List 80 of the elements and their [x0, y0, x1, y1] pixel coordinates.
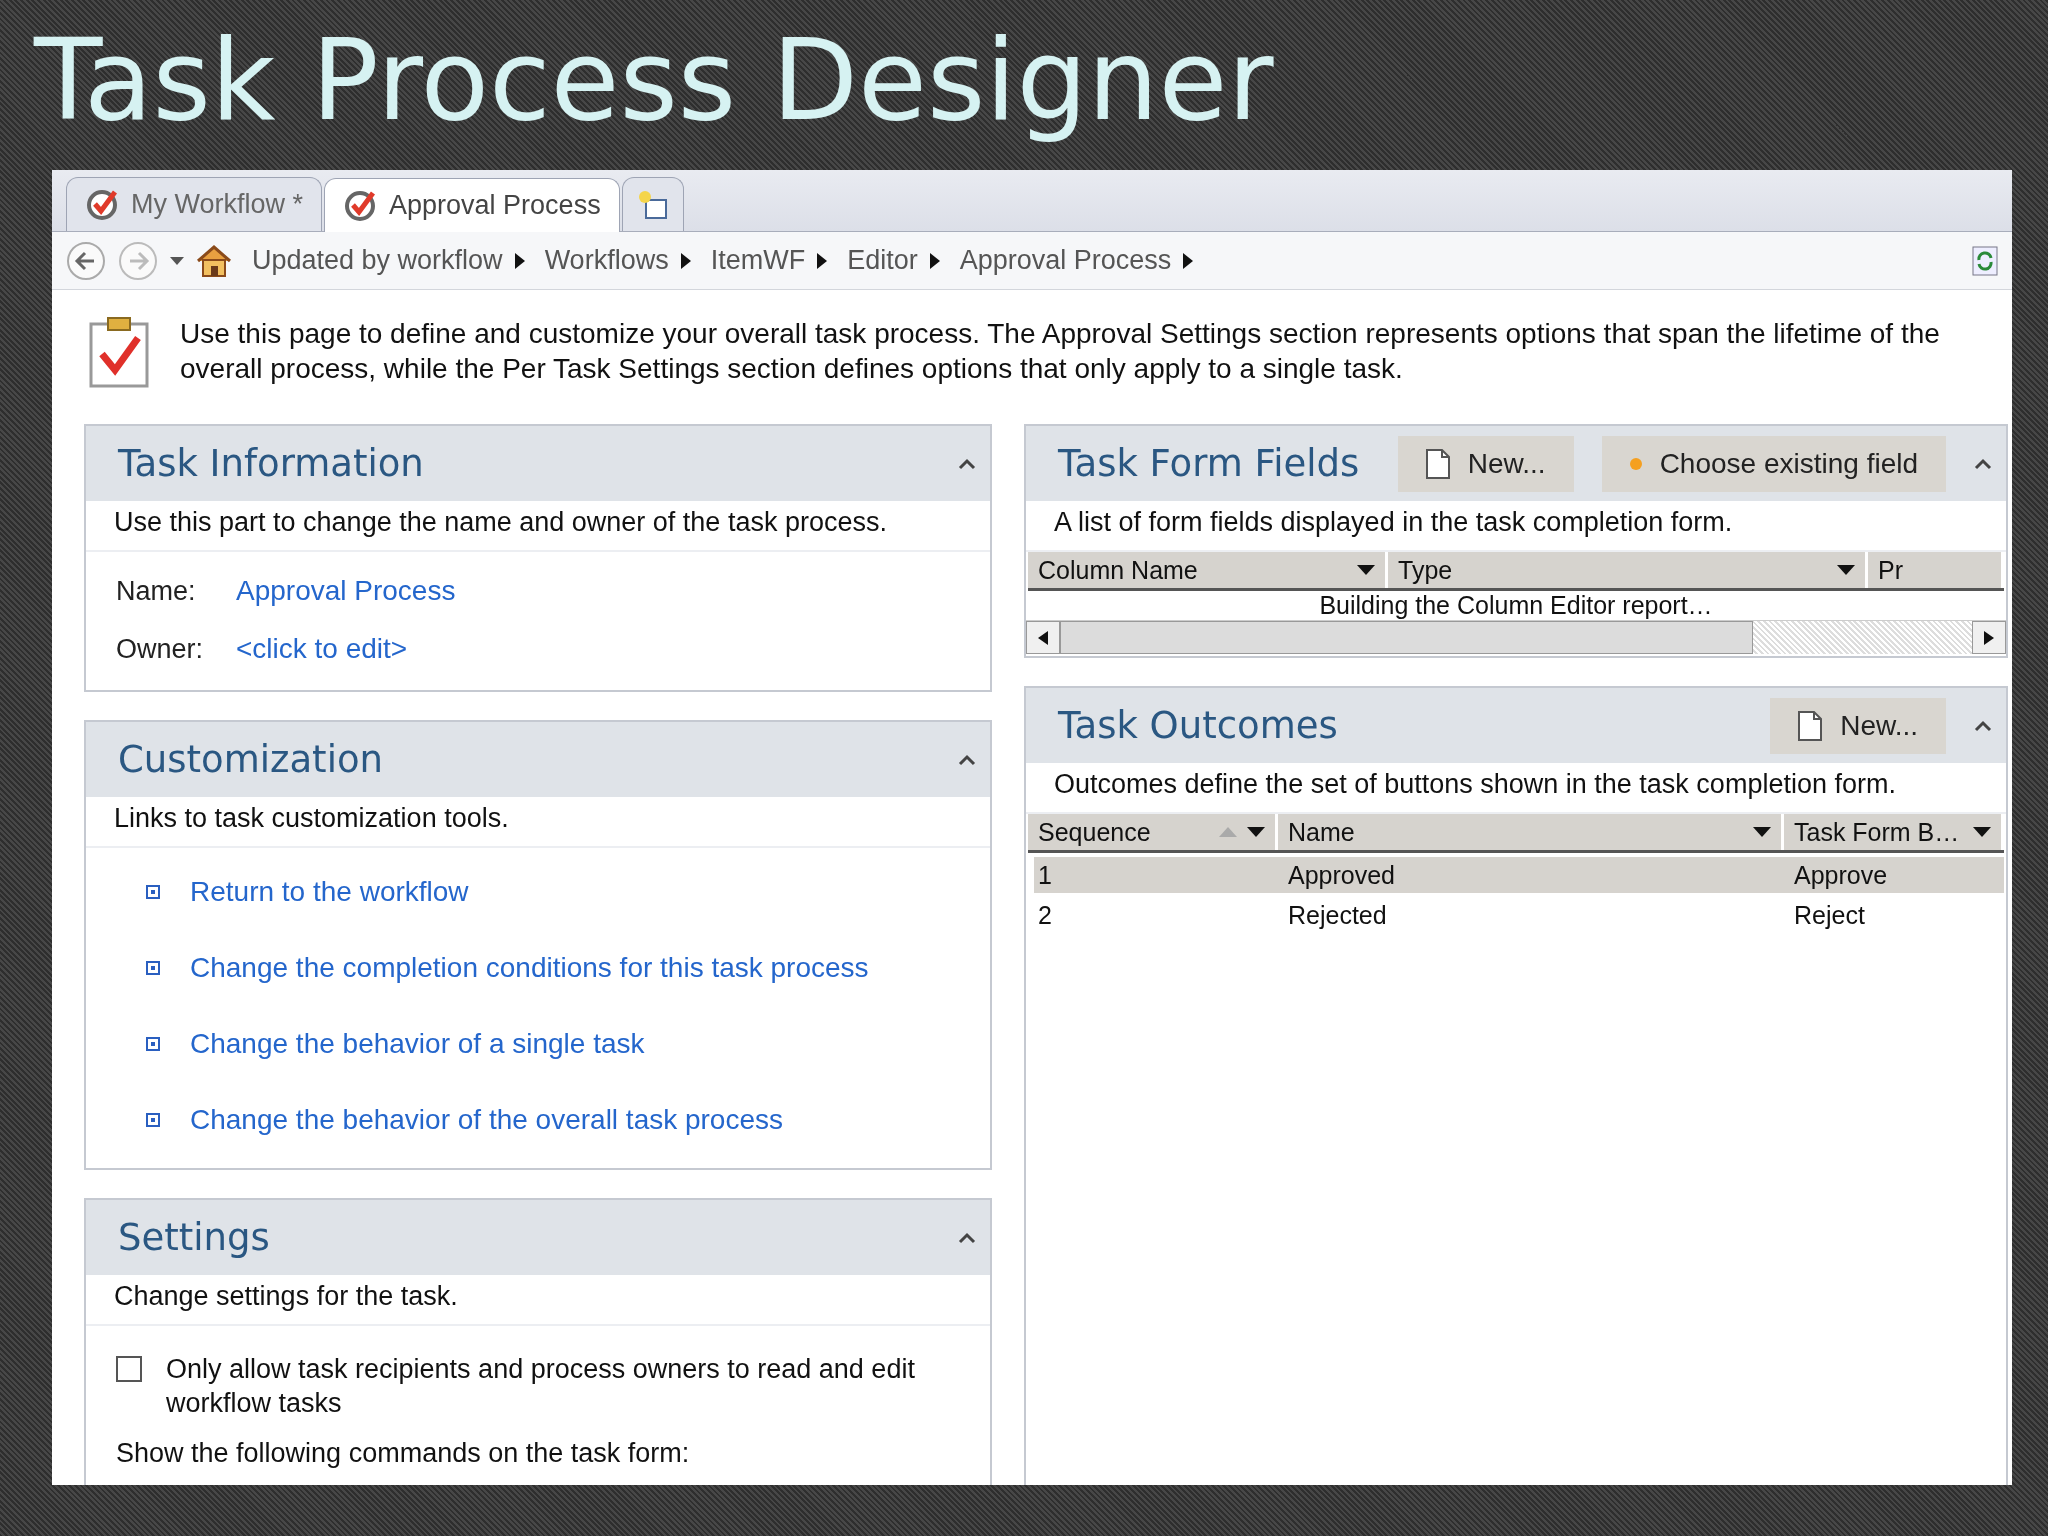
slide-title: Task Process Designer [32, 14, 1275, 147]
arrow-icon [514, 252, 525, 269]
table-cell-text: 2 [1037, 900, 1053, 930]
caret-icon [1753, 827, 1771, 837]
document-tab[interactable]: My Workflow * [66, 177, 323, 231]
column-header[interactable]: Sequence [1028, 814, 1278, 850]
breadcrumb-link[interactable]: Approval Process [959, 245, 1172, 276]
collapse-icon[interactable] [958, 457, 976, 470]
caret-icon [1357, 565, 1375, 575]
table-cell-text: Reject [1793, 900, 1866, 930]
caret-icon [1973, 827, 1991, 837]
arrow-icon [929, 252, 940, 269]
field-value-link[interactable]: <click to edit> [236, 633, 408, 665]
panel-description: Use this part to change the name and owner of the task process. [86, 501, 990, 552]
arrow-icon [1183, 252, 1194, 269]
new-outcome-button[interactable]: New... [1770, 697, 1946, 754]
panel-description: Change settings for the task. [86, 1275, 990, 1326]
column-header[interactable]: Pr [1868, 552, 2004, 588]
panel-title: Settings [118, 1216, 271, 1259]
panel-title: Task Information [118, 442, 425, 485]
home-icon[interactable] [196, 243, 232, 278]
scroll-right-icon[interactable] [1984, 630, 1994, 645]
checkbox[interactable] [116, 1356, 142, 1382]
document-icon [1798, 710, 1823, 741]
horizontal-scrollbar[interactable] [1026, 620, 2006, 654]
section-label: Show the following commands on the task form: [115, 1437, 691, 1469]
outcome-row[interactable]: 1 Approved Approve [1034, 857, 2004, 893]
customization-link[interactable]: Change the completion conditions for this task process [190, 952, 869, 984]
scroll-left-icon[interactable] [1038, 630, 1048, 645]
field-label: Name: [116, 575, 197, 607]
breadcrumb-link[interactable]: ItemWF [710, 245, 806, 276]
column-header[interactable]: Name [1278, 814, 1784, 850]
document-tab[interactable]: Approval Process [324, 178, 620, 232]
clipboard-icon [88, 316, 150, 388]
choose-field-button[interactable]: Choose existing field [1601, 435, 1946, 492]
dot-icon [1629, 457, 1642, 470]
collapse-icon[interactable] [1974, 457, 1992, 470]
checkbox-label: Only allow task recipients and process owners to read and edit workflow tasks [166, 1353, 916, 1420]
check-circle-icon [343, 188, 378, 223]
table-cell-text: 1 [1037, 860, 1053, 890]
column-header[interactable]: Type [1388, 552, 1868, 588]
collapse-icon[interactable] [958, 753, 976, 766]
new-field-button[interactable]: New... [1397, 435, 1574, 492]
panel-title: Customization [118, 738, 384, 781]
bullet-icon [146, 885, 160, 899]
sort-ascending-icon [1219, 827, 1237, 837]
bullet-icon [146, 1113, 160, 1127]
dropdown-icon[interactable] [170, 256, 184, 265]
caret-icon [1247, 827, 1265, 837]
collapse-icon[interactable] [1974, 719, 1992, 732]
customization-link[interactable]: Change the behavior of a single task [190, 1028, 645, 1060]
refresh-icon[interactable] [1972, 245, 1998, 276]
intro-text: Use this page to define and customize your overall task process. The Approval Settings section represents options that span the lifetime of the overall process, while the Per Task Settings section defines options that only apply to a single task. [180, 317, 1941, 386]
column-header[interactable]: Task Form B… [1784, 814, 2004, 850]
bullet-icon [146, 1037, 160, 1051]
document-icon [1425, 448, 1450, 479]
status-message: Building the Column Editor report… [1319, 591, 1713, 620]
new-tab-button[interactable] [621, 177, 684, 231]
panel-title: Task Form Fields [1058, 442, 1361, 485]
customization-link[interactable]: Change the behavior of the overall task process [190, 1104, 784, 1136]
check-circle-icon [85, 187, 119, 222]
collapse-icon[interactable] [958, 1231, 976, 1244]
breadcrumb-link[interactable]: Workflows [544, 245, 669, 276]
breadcrumb-link[interactable]: Updated by workflow [252, 245, 503, 276]
table-cell-text: Rejected [1287, 900, 1388, 930]
back-icon[interactable] [66, 240, 106, 281]
table-cell-text: Approve [1793, 860, 1889, 890]
customization-link[interactable]: Return to the workflow [190, 876, 469, 908]
arrow-icon [817, 252, 828, 269]
panel-title: Task Outcomes [1058, 704, 1339, 747]
field-label: Owner: [116, 633, 205, 665]
arrow-icon [680, 252, 691, 269]
column-header[interactable]: Column Name [1028, 552, 1388, 588]
outcome-row[interactable]: 2 Rejected Reject [1034, 897, 2004, 933]
field-value-link[interactable]: Approval Process [236, 575, 456, 607]
breadcrumb-link[interactable]: Editor [847, 245, 918, 276]
caret-icon [1837, 565, 1855, 575]
bullet-icon [146, 961, 160, 975]
panel-description: Links to task customization tools. [86, 797, 990, 848]
table-cell-text: Approved [1287, 860, 1397, 890]
